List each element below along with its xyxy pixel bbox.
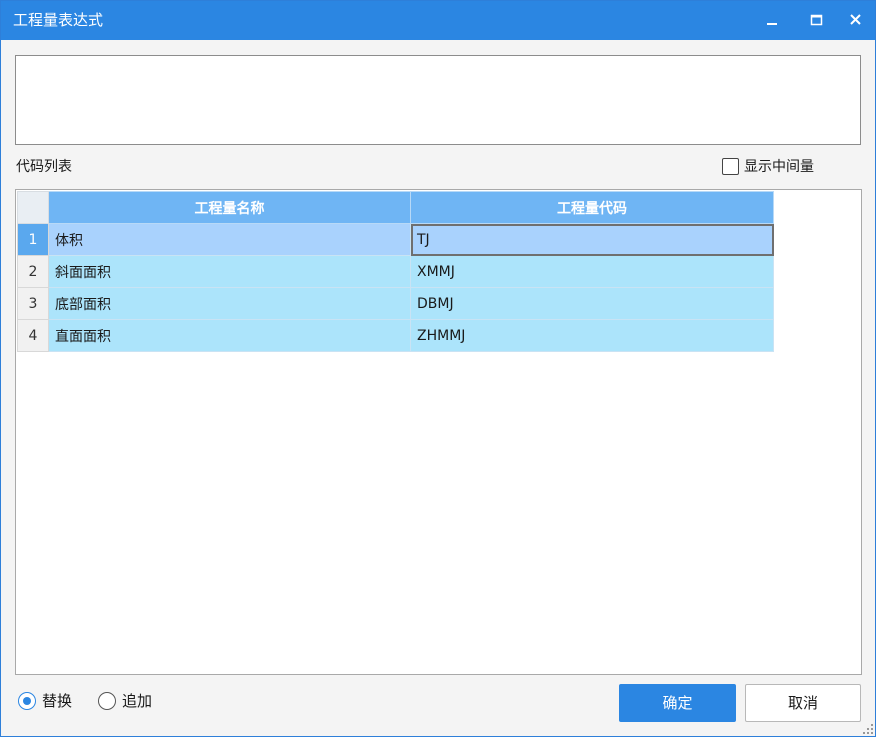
table-corner[interactable] [17,191,49,224]
close-button[interactable] [841,7,871,33]
ok-button[interactable]: 确定 [619,684,736,722]
title-bar[interactable]: 工程量表达式 [1,1,875,40]
code-table: 工程量名称 工程量代码 1 体积 TJ 2 斜面面积 XMMJ 3 底部面积 D… [17,191,774,352]
minimize-icon [767,23,777,25]
close-icon [850,14,861,25]
table-header-row: 工程量名称 工程量代码 [17,191,774,224]
table-row[interactable]: 1 体积 TJ [17,223,774,256]
checkbox-box[interactable] [722,158,739,175]
expression-input[interactable] [15,55,861,145]
radio-dot[interactable] [98,692,116,710]
show-intermediate-label: 显示中间量 [744,159,814,175]
row-number[interactable]: 1 [17,223,49,256]
column-header-code[interactable]: 工程量代码 [410,191,774,224]
code-table-panel[interactable]: 工程量名称 工程量代码 1 体积 TJ 2 斜面面积 XMMJ 3 底部面积 D… [15,189,862,675]
maximize-icon [810,14,823,26]
radio-dot-checked[interactable] [18,692,36,710]
table-row[interactable]: 2 斜面面积 XMMJ [17,255,774,288]
quantity-name-cell[interactable]: 体积 [48,223,411,256]
quantity-code-cell[interactable]: DBMJ [410,287,774,320]
minimize-button[interactable] [757,7,787,33]
row-number[interactable]: 3 [17,287,49,320]
column-header-name[interactable]: 工程量名称 [48,191,411,224]
resize-grip-icon[interactable] [862,723,874,735]
expression-dialog: 工程量表达式 代码列表 显示中间量 工程量名称 工程量代码 1 体积 TJ 2 … [0,0,876,737]
table-row[interactable]: 3 底部面积 DBMJ [17,287,774,320]
cancel-button[interactable]: 取消 [745,684,861,722]
row-number[interactable]: 4 [17,319,49,352]
quantity-code-cell[interactable]: ZHMMJ [410,319,774,352]
code-list-label: 代码列表 [16,159,72,175]
replace-label: 替换 [42,692,73,710]
maximize-button[interactable] [801,7,831,33]
table-row[interactable]: 4 直面面积 ZHMMJ [17,319,774,352]
append-label: 追加 [122,692,153,710]
row-number[interactable]: 2 [17,255,49,288]
quantity-code-cell[interactable]: TJ [410,223,774,256]
quantity-name-cell[interactable]: 斜面面积 [48,255,411,288]
quantity-code-cell[interactable]: XMMJ [410,255,774,288]
quantity-name-cell[interactable]: 直面面积 [48,319,411,352]
quantity-name-cell[interactable]: 底部面积 [48,287,411,320]
window-title: 工程量表达式 [13,11,104,29]
